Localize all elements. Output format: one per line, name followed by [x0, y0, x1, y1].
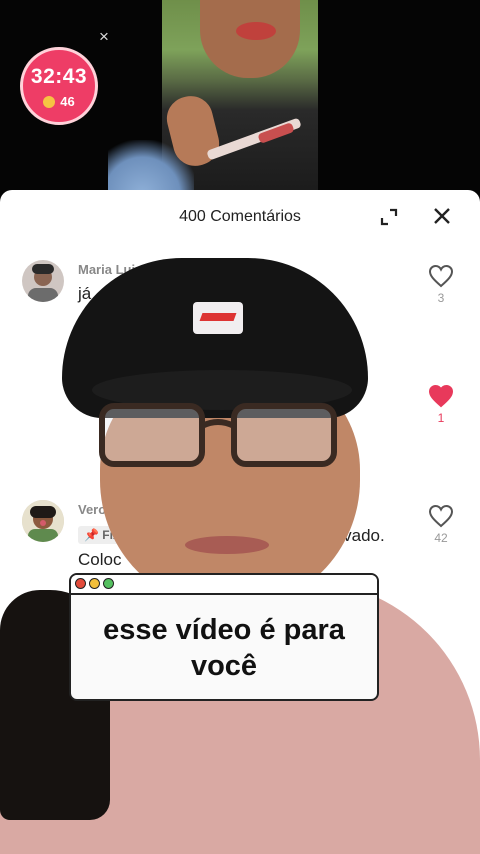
caption-line-1: esse vídeo é para [103, 614, 345, 646]
comment-item: Maria Luiz já 3 [0, 258, 480, 328]
comment-author[interactable]: Maria Luiz [78, 262, 142, 277]
coin-count: 46 [60, 94, 75, 109]
caption-text: esse vídeo é para você [71, 595, 377, 684]
comment-text-tail: ! [316, 550, 321, 569]
heart-icon [428, 504, 454, 528]
avatar[interactable] [22, 500, 64, 542]
window-dot-yellow [89, 578, 100, 589]
window-dot-green [103, 578, 114, 589]
video-person-lips [236, 22, 276, 40]
like-button[interactable]: 1 [424, 384, 458, 425]
timer-badge[interactable]: 32:43 46 [20, 47, 98, 125]
comment-text: Coloc [78, 550, 122, 569]
avatar[interactable] [22, 260, 64, 302]
like-count: 3 [437, 291, 445, 305]
window-dot-red [75, 578, 86, 589]
comment-item: Vero 📌 Fix ravado. Coloc ! 42 [0, 498, 480, 578]
comment-author[interactable]: Vero [78, 502, 106, 517]
comment-text: já [78, 284, 92, 303]
close-icon[interactable] [430, 204, 454, 228]
coin-icon [43, 96, 56, 108]
coin-counter: 46 [23, 94, 95, 109]
close-icon[interactable]: × [99, 27, 109, 47]
like-button[interactable]: 42 [424, 504, 458, 545]
timer-time: 32:43 [30, 65, 88, 88]
heart-icon [428, 264, 454, 288]
like-button[interactable]: 3 [424, 264, 458, 305]
caption-titlebar [71, 575, 377, 595]
caption-line-2: você [190, 650, 258, 682]
caption-window: esse vídeo é para você [69, 573, 379, 701]
pinned-label: Fix [102, 528, 120, 542]
comments-sheet: 400 Comentários Maria Luiz já 3 1 Vero 📌… [0, 190, 480, 854]
pin-icon: 📌 [84, 528, 103, 542]
pinned-badge: 📌 Fix [78, 526, 126, 544]
comments-title: 400 Comentários [179, 208, 301, 225]
heart-icon [428, 384, 454, 408]
expand-icon[interactable] [378, 206, 400, 228]
like-count: 42 [434, 531, 448, 545]
comment-text-tail: ravado. [328, 526, 385, 545]
comment-item: 1 [0, 384, 480, 434]
like-count: 1 [437, 411, 445, 425]
